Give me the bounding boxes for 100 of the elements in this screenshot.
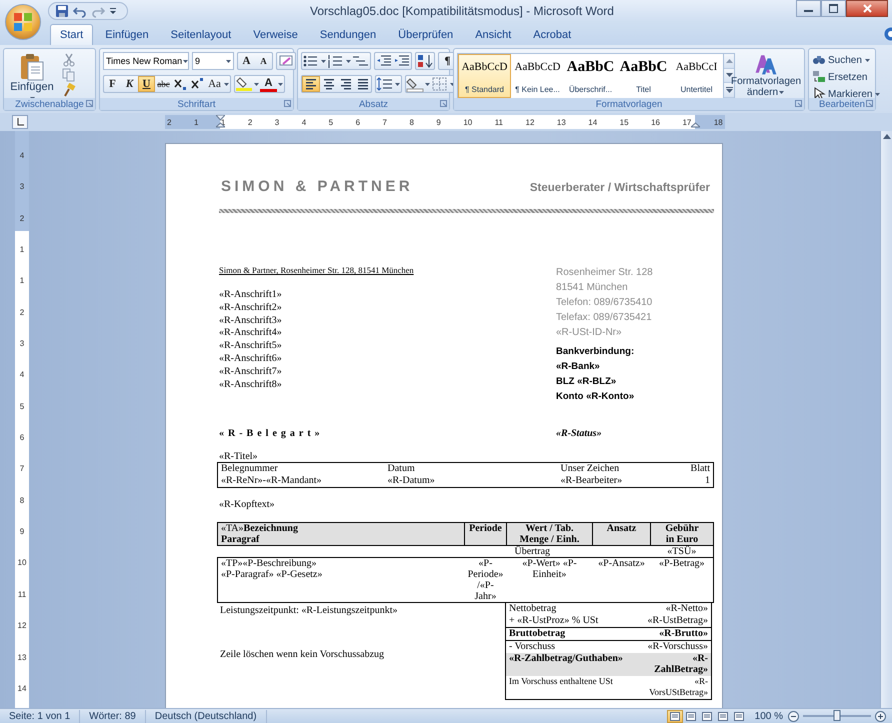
style-item[interactable]: AaBbC Überschrif... [564, 54, 617, 98]
ribbon-tab[interactable]: Ansicht [465, 24, 522, 45]
ribbon-tab[interactable]: Überprüfen [388, 24, 464, 45]
column-header: Blatt [674, 462, 714, 475]
font-color-button[interactable]: A [260, 76, 277, 92]
ribbon-tab[interactable]: Einfügen [95, 24, 159, 45]
contact-line: Telefon: 089/6735410 [556, 296, 652, 310]
format-button[interactable]: abc [155, 76, 172, 92]
table-cell: Nettobetrag [506, 603, 638, 615]
table-cell: «R-Zahlbetrag/Guthaben» [506, 653, 638, 676]
address-line: «R-Anschrift5» [219, 340, 282, 353]
ruler-number: 10 [463, 118, 472, 126]
ruler-number: 1 [20, 276, 24, 286]
format-painter-icon[interactable] [62, 83, 76, 98]
format-button[interactable]: U [138, 76, 155, 92]
window-title: Vorschlag05.doc [Kompatibilitätsmodus] - Microsoft Word [309, 4, 615, 18]
style-item[interactable]: AaBbCcD ¶ Standard [458, 54, 511, 98]
ribbon-tab[interactable]: Verweise [243, 24, 308, 45]
minimize-button[interactable] [796, 0, 821, 17]
shading-icon[interactable] [406, 76, 424, 92]
replace-button[interactable]: Ersetzen [812, 70, 882, 84]
table-cell: «R-ReNr»-«R-Mandant» [218, 475, 384, 488]
language-indicator[interactable]: Deutsch (Deutschland) [146, 710, 267, 722]
address-line: «R-Anschrift8» [219, 378, 282, 392]
format-button[interactable]: F [104, 76, 121, 92]
table-cell: «P-Periode» /«P-Jahr» [464, 558, 506, 602]
ruler-number: 2 [167, 118, 172, 126]
table-cell: Übertrag [506, 546, 650, 558]
vertical-scrollbar[interactable] [880, 131, 892, 708]
office-button[interactable] [5, 4, 41, 40]
line-spacing-icon[interactable] [376, 76, 394, 92]
column-header: Belegnummer [218, 462, 384, 475]
table-cell: «R-UstBetrag» [638, 615, 712, 628]
word-count[interactable]: Wörter: 89 [80, 710, 146, 722]
ribbon-tab[interactable]: Seitenlayout [160, 24, 242, 45]
bank-line: Konto «R-Konto» [556, 390, 634, 404]
zoom-slider[interactable] [834, 710, 840, 721]
ruler-number: 9 [436, 118, 441, 126]
ruler-number: 10 [18, 558, 26, 568]
ribbon-tab[interactable]: Acrobat [523, 24, 582, 45]
group-label: Formatvorlagen [596, 98, 662, 110]
align-button[interactable] [302, 76, 320, 92]
show-marks-button[interactable]: ¶ [439, 53, 456, 69]
page-count: Seite: 1 von 1 [0, 710, 80, 722]
maximize-button[interactable] [821, 0, 846, 17]
ribbon-tab[interactable]: Start [50, 24, 94, 45]
shrink-font-button[interactable]: A [255, 53, 272, 69]
document-type: «R-Belegart» [219, 428, 325, 439]
style-item[interactable]: AaBbC Titel [617, 54, 670, 98]
indent-marker-icon[interactable] [216, 115, 225, 129]
change-case-button[interactable]: Aa [206, 76, 223, 92]
ruler-number: 1 [20, 245, 24, 254]
ruler-number: 9 [20, 527, 24, 536]
ruler-number: 7 [20, 464, 24, 474]
borders-icon[interactable] [431, 76, 449, 92]
table-cell: Bruttobetrag [506, 628, 638, 640]
ruler-number: 7 [382, 118, 387, 126]
customize-icon[interactable] [109, 5, 117, 17]
company-name: SIMON & PARTNER [221, 178, 414, 195]
table-cell: «R-ZahlBetrag» [638, 653, 712, 676]
clipboard-icon [19, 53, 45, 81]
close-button[interactable] [846, 0, 888, 17]
highlight-icon[interactable] [235, 76, 253, 92]
font-name-field[interactable]: Times New Roman [103, 52, 189, 70]
ribbon-tab[interactable]: Sendungen [310, 24, 386, 45]
paste-button[interactable]: Einfügen [7, 52, 57, 98]
up-arrow-icon [726, 58, 732, 64]
ruler-number: 4 [20, 151, 24, 160]
column-header: Wert / Tab. Menge / Einh. [506, 522, 592, 546]
save-icon[interactable] [55, 4, 69, 18]
numbering-icon[interactable] [327, 53, 345, 69]
zoom-level[interactable]: 100 % [746, 710, 788, 722]
ruler-number: 5 [328, 118, 334, 126]
table-cell: «P-Betrag» [650, 558, 714, 602]
find-button[interactable]: Suchen [812, 53, 882, 67]
ruler-number: 15 [620, 118, 629, 126]
style-item[interactable]: AaBbCcD ¶ Kein Lee... [511, 54, 564, 98]
up-arrow-icon [882, 133, 890, 139]
bullets-icon[interactable] [302, 53, 320, 69]
group-label: Schriftart [177, 98, 216, 110]
ruler-number: 14 [18, 684, 26, 693]
font-size-field[interactable]: 9 [192, 52, 234, 70]
cut-icon[interactable] [62, 52, 76, 67]
format-button[interactable]: K [121, 76, 138, 92]
tab-selector-button[interactable] [12, 115, 28, 129]
ruler-number: 2 [20, 308, 24, 317]
ruler-number: 11 [18, 590, 26, 599]
grow-font-button[interactable]: A [238, 53, 255, 69]
cursor-icon [812, 87, 826, 101]
select-button[interactable]: Markieren [812, 87, 882, 101]
zoom-out-icon[interactable] [788, 710, 799, 722]
zoom-in-icon[interactable] [875, 710, 886, 722]
style-item[interactable]: AaBbCcI Untertitel [670, 54, 723, 98]
maximize-icon [829, 4, 838, 13]
address-line: «R-Anschrift2» [219, 302, 282, 315]
address-line: «R-Anschrift3» [219, 314, 282, 328]
column-header: Datum [384, 462, 558, 475]
ruler-number: 11 [494, 118, 504, 126]
view-button[interactable] [666, 710, 683, 722]
binoculars-icon [812, 53, 826, 67]
